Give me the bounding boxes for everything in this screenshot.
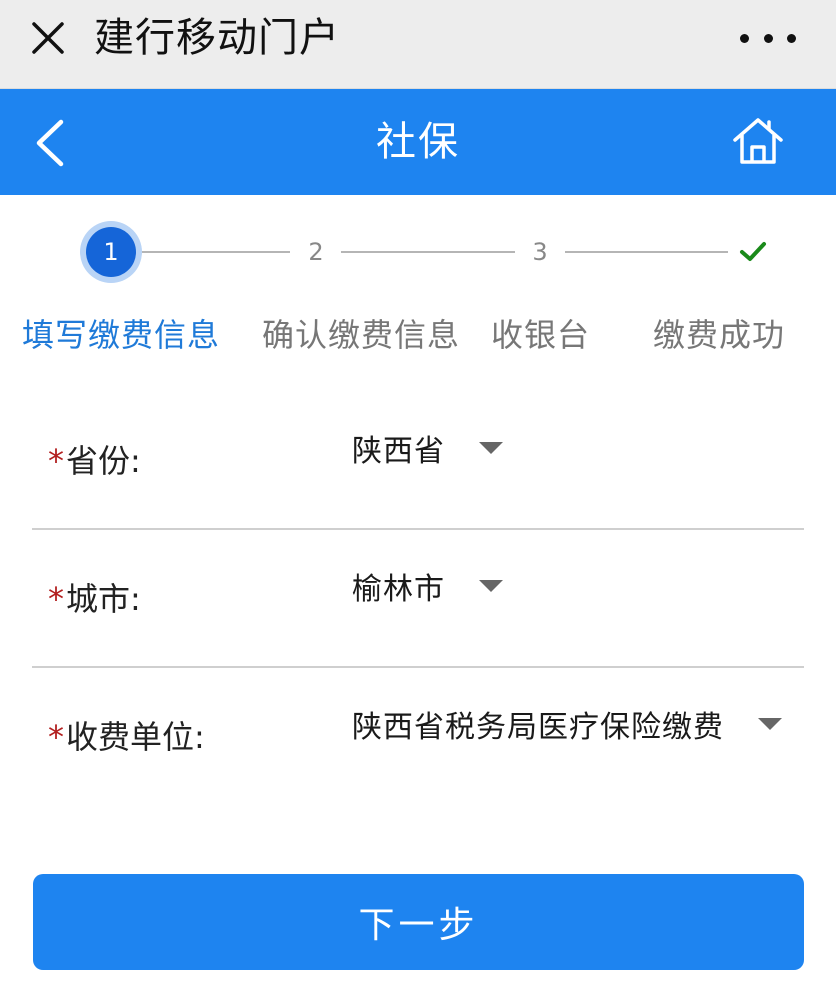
- close-icon: [32, 22, 64, 54]
- form-row-payee: *收费单位: 陕西省税务局医疗保险缴费: [32, 668, 804, 806]
- progress-stepper: 1 2 3 填写缴费信息 确认缴费信息 收银台 缴费成功: [0, 200, 836, 380]
- required-mark: *: [48, 580, 64, 618]
- wechat-top-bar: 建行移动门户: [0, 0, 836, 89]
- chevron-down-icon: [758, 718, 782, 730]
- payee-value: 陕西省税务局医疗保险缴费: [352, 710, 724, 745]
- home-button[interactable]: [728, 111, 788, 171]
- payee-label-text: 收费单位:: [66, 718, 205, 756]
- close-button[interactable]: [26, 16, 70, 60]
- step-3-circle: 3: [515, 227, 565, 277]
- city-value: 榆林市: [352, 572, 445, 607]
- more-dot: [763, 33, 773, 43]
- step-1-circle: 1: [86, 227, 136, 277]
- more-button[interactable]: [740, 28, 796, 48]
- step-1-label: 填写缴费信息: [22, 316, 221, 354]
- chevron-down-icon: [479, 580, 503, 592]
- city-label-text: 城市:: [66, 580, 141, 618]
- more-dot: [740, 33, 749, 43]
- city-select[interactable]: 榆林市: [352, 564, 503, 608]
- province-label: *省份:: [48, 436, 141, 482]
- step-2-label: 确认缴费信息: [262, 316, 461, 354]
- form-row-province: *省份: 陕西省: [32, 392, 804, 530]
- form-row-city: *城市: 榆林市: [32, 530, 804, 668]
- step-connector: [140, 251, 290, 253]
- city-label: *城市:: [48, 574, 141, 620]
- payee-select[interactable]: 陕西省税务局医疗保险缴费: [352, 702, 782, 746]
- app-header: 社保: [0, 89, 836, 195]
- payee-label: *收费单位:: [48, 712, 205, 758]
- step-2-circle: 2: [291, 227, 341, 277]
- required-mark: *: [48, 718, 64, 756]
- step-connector: [565, 251, 730, 253]
- step-4-circle: [728, 227, 778, 277]
- required-mark: *: [48, 442, 64, 480]
- step-4-label: 缴费成功: [653, 316, 786, 354]
- province-value: 陕西省: [352, 434, 445, 469]
- province-select[interactable]: 陕西省: [352, 426, 503, 470]
- step-connector: [340, 251, 515, 253]
- home-icon: [733, 118, 783, 164]
- more-dot: [787, 33, 796, 43]
- province-label-text: 省份:: [66, 442, 141, 480]
- step-3-label: 收银台: [491, 316, 591, 354]
- chevron-down-icon: [479, 442, 503, 454]
- next-step-button[interactable]: 下一步: [33, 874, 804, 970]
- window-title: 建行移动门户: [94, 15, 340, 61]
- page-title: 社保: [376, 119, 460, 165]
- check-icon: [740, 242, 766, 261]
